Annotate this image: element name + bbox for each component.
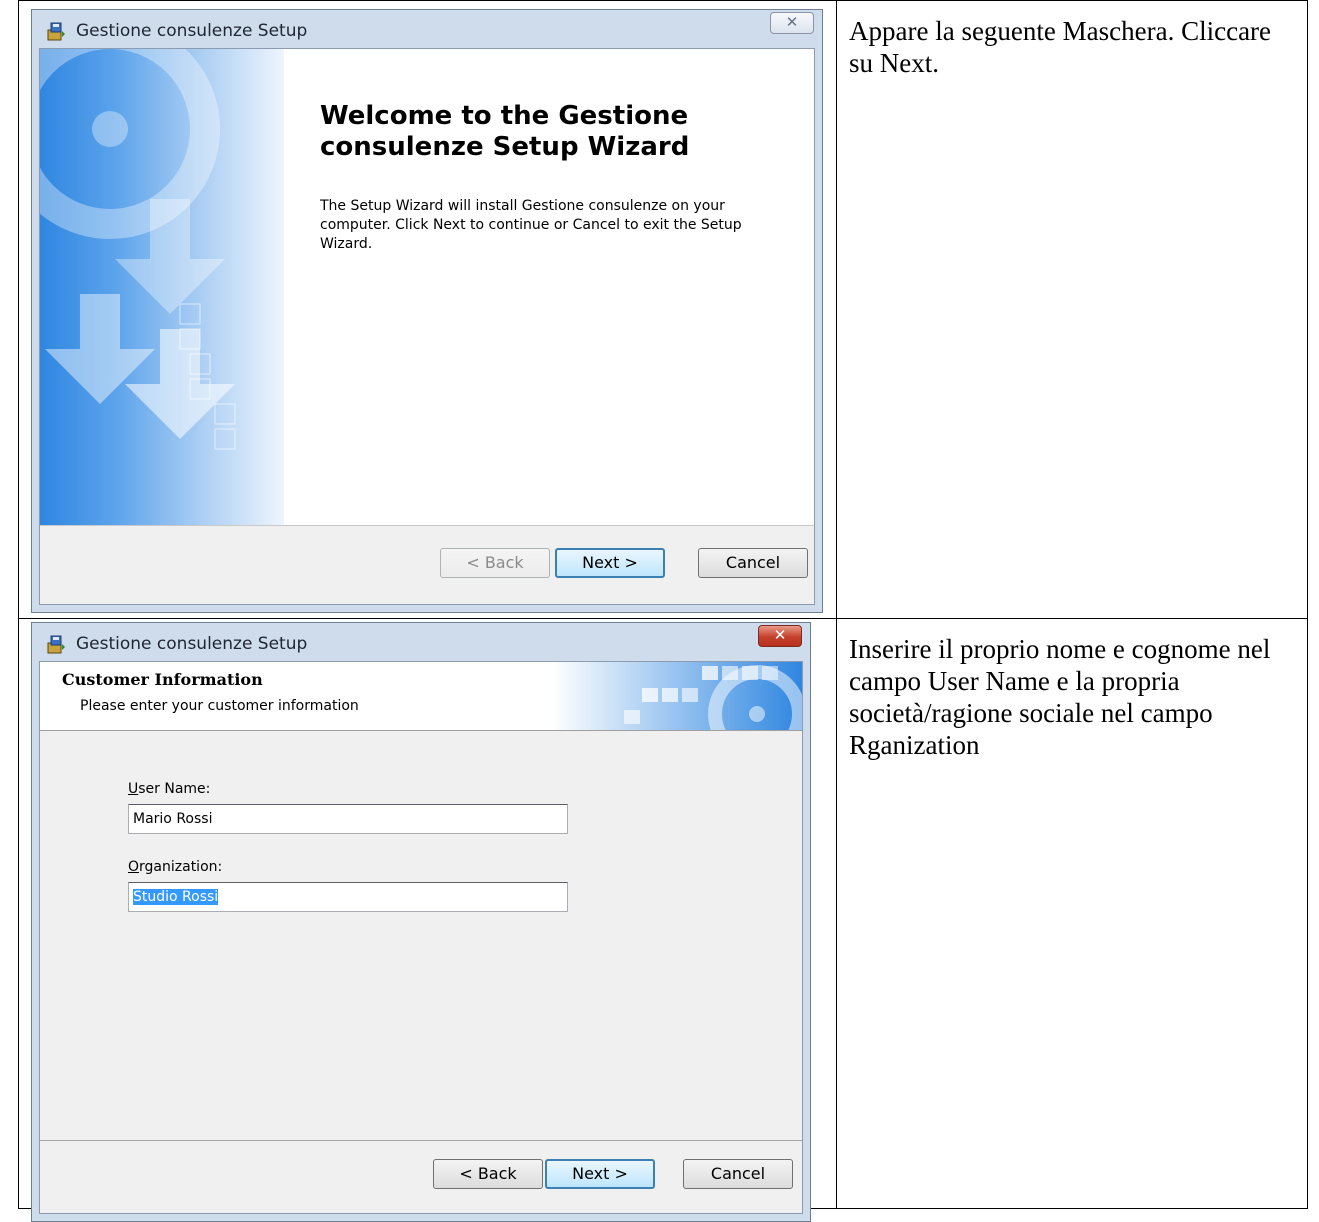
user-name-input[interactable]: Mario Rossi <box>128 804 568 834</box>
wizard-side-banner <box>40 49 284 525</box>
screenshot-cell-customer: Gestione consulenze Setup ✕ Customer Inf… <box>18 618 837 1222</box>
organization-value: Studio Rossi <box>133 889 219 905</box>
table-row: Gestione consulenze Setup ✕ Customer Inf… <box>18 618 1308 1222</box>
close-button[interactable]: ✕ <box>770 12 814 34</box>
user-name-label: User Name: <box>128 781 211 797</box>
next-button[interactable]: Next > <box>545 1159 655 1189</box>
setup-window-customer-info: Gestione consulenze Setup ✕ Customer Inf… <box>31 622 811 1222</box>
welcome-body-text: The Setup Wizard will install Gestione c… <box>320 198 742 252</box>
back-button[interactable]: < Back <box>433 1159 543 1189</box>
page-banner: Customer Information Please enter your c… <box>40 662 802 731</box>
screenshot-cell-welcome: Gestione consulenze Setup ✕ Welcome to t… <box>18 0 837 619</box>
arrows-graphic <box>40 49 236 450</box>
cancel-button[interactable]: Cancel <box>698 548 808 578</box>
table-row: Gestione consulenze Setup ✕ Welcome to t… <box>18 0 1308 619</box>
banner-title: Customer Information <box>62 670 263 689</box>
user-name-value: Mario Rossi <box>133 811 213 827</box>
organization-label: Organization: <box>128 859 223 875</box>
description-cell-welcome: Appare la seguente Maschera. Cliccare su… <box>836 0 1308 619</box>
description-cell-customer: Inserire il proprio nome e cognome nel c… <box>836 618 1308 1209</box>
setup-window-welcome: Gestione consulenze Setup ✕ Welcome to t… <box>31 9 823 613</box>
instruction-text: Appare la seguente Maschera. Cliccare su… <box>849 16 1272 78</box>
window-title: Gestione consulenze Setup <box>76 21 308 41</box>
wizard-client-area: Customer Information Please enter your c… <box>39 661 803 1214</box>
instruction-table: Gestione consulenze Setup ✕ Welcome to t… <box>18 0 1308 1222</box>
button-bar: < Back Next > Cancel <box>40 525 814 604</box>
wizard-client-area: Welcome to the Gestione consulenze Setup… <box>39 48 815 605</box>
welcome-heading: Welcome to the Gestione consulenze Setup… <box>320 101 690 162</box>
organization-input[interactable]: Studio Rossi <box>128 882 568 912</box>
installer-icon <box>47 22 65 41</box>
installer-icon <box>47 635 65 654</box>
title-bar[interactable]: Gestione consulenze Setup ✕ <box>32 623 810 661</box>
title-bar[interactable]: Gestione consulenze Setup ✕ <box>32 10 822 48</box>
back-button[interactable]: < Back <box>440 548 550 578</box>
close-button[interactable]: ✕ <box>758 625 802 647</box>
banner-subtitle: Please enter your customer information <box>80 698 359 714</box>
next-button[interactable]: Next > <box>555 548 665 578</box>
close-icon: ✕ <box>773 626 787 644</box>
button-bar: < Back Next > Cancel <box>40 1140 802 1213</box>
close-icon: ✕ <box>785 13 799 31</box>
instruction-text: Inserire il proprio nome e cognome nel c… <box>849 634 1271 760</box>
banner-graphic <box>552 662 802 730</box>
window-title: Gestione consulenze Setup <box>76 634 308 654</box>
cancel-button[interactable]: Cancel <box>683 1159 793 1189</box>
